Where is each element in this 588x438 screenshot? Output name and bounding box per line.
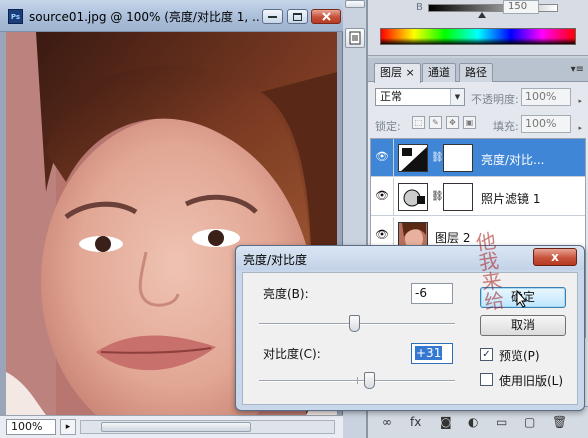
adjustment-icon[interactable]: ◐ [468, 415, 478, 429]
channel-value[interactable]: 150 [503, 0, 539, 14]
slider-center-tick [357, 377, 358, 384]
layer-row-brightness[interactable]: 👁 ⛓ 亮度/对比... [371, 139, 585, 177]
channel-label: B [416, 2, 423, 13]
link-icon[interactable]: ⛓ [431, 191, 444, 202]
close-icon [312, 10, 340, 23]
notes-panel-button[interactable] [345, 28, 365, 48]
contrast-slider-thumb[interactable] [364, 372, 376, 389]
dialog-title: 亮度/对比度 [243, 253, 308, 267]
layer-mask-thumbnail[interactable] [443, 144, 473, 172]
new-layer-icon[interactable]: ▢ [524, 415, 535, 429]
opacity-field[interactable]: 100% ▸ [521, 88, 582, 106]
folder-icon[interactable]: ▭ [496, 415, 507, 429]
photo-filter-thumbnail [398, 183, 428, 211]
tab-paths-label: 路径 [465, 66, 487, 79]
mask-icon[interactable]: ◙ [440, 415, 452, 429]
status-menu-button[interactable]: ▸ [60, 419, 76, 435]
preview-checkbox[interactable]: ✓ [480, 348, 493, 361]
maximize-icon [288, 10, 307, 23]
panel-tabs: 图层 × 通道 路径 ▾≡ [368, 58, 588, 83]
minimize-button[interactable] [262, 9, 283, 24]
document-title: source01.jpg @ 100% (亮度/对比度 1, ... [29, 10, 259, 24]
watermark-seal: 他 我 来 给 [474, 228, 506, 315]
blend-mode-value: 正常 [380, 90, 402, 103]
layer-row-photo-filter[interactable]: 👁 ⛓ 照片滤镜 1 [371, 178, 585, 216]
zoom-field[interactable]: 100% [6, 419, 56, 435]
divider [393, 139, 394, 177]
contrast-input[interactable]: +31 [411, 343, 453, 364]
fill-field[interactable]: 100% ▸ [521, 115, 582, 133]
lock-all-icon[interactable]: ▣ [463, 116, 476, 129]
document-statusbar: 100% ▸ [0, 415, 343, 438]
link-icon[interactable]: ⛓ [431, 152, 444, 163]
panel-menu-icon[interactable]: ▾≡ [571, 64, 584, 75]
blend-mode-select[interactable]: 正常 ▼ [375, 88, 465, 106]
eye-icon[interactable]: 👁 [375, 190, 389, 202]
lock-transparency-icon[interactable]: ⬚ [412, 116, 425, 129]
maximize-button[interactable] [287, 9, 308, 24]
horizontal-scrollbar[interactable] [80, 420, 335, 434]
layer-name: 照片滤镜 1 [481, 192, 541, 206]
fill-label: 填充: [493, 120, 519, 133]
tab-layers[interactable]: 图层 × [374, 63, 421, 83]
adjustment-thumbnail [398, 144, 428, 172]
lock-brush-icon[interactable]: ✎ [429, 116, 442, 129]
tab-close-icon[interactable]: × [406, 66, 415, 79]
link-layers-icon[interactable]: ∞ [382, 415, 392, 429]
dropdown-arrow-icon[interactable]: ▸ [578, 120, 582, 136]
layer-name: 亮度/对比... [481, 153, 545, 167]
close-icon: x [551, 250, 559, 264]
fx-icon[interactable]: fx [410, 415, 421, 429]
layer-mask-thumbnail[interactable] [443, 183, 473, 211]
legacy-label: 使用旧版(L) [499, 374, 564, 388]
cursor-icon [516, 290, 528, 308]
preview-label: 预览(P) [499, 349, 540, 363]
color-spectrum[interactable] [380, 28, 576, 45]
cancel-button[interactable]: 取消 [480, 315, 566, 336]
collapse-strip-button[interactable] [345, 0, 365, 8]
color-panel: B 150 [368, 0, 588, 56]
scrollbar-thumb[interactable] [101, 422, 251, 432]
fill-value: 100% [525, 117, 557, 130]
tab-paths[interactable]: 路径 [459, 63, 493, 82]
contrast-value: +31 [415, 346, 443, 360]
minimize-icon [263, 10, 282, 23]
ps-icon: Ps [8, 9, 23, 24]
notes-icon [349, 31, 361, 45]
contrast-label: 对比度(C): [263, 347, 321, 361]
brightness-input[interactable]: -6 [411, 283, 453, 304]
close-button[interactable] [311, 9, 341, 24]
divider [393, 178, 394, 216]
dropdown-arrow-icon[interactable]: ▸ [578, 93, 582, 109]
brightness-slider-thumb[interactable] [349, 315, 361, 332]
legacy-checkbox[interactable] [480, 373, 493, 386]
tab-channels-label: 通道 [428, 66, 450, 79]
eye-icon[interactable]: 👁 [375, 151, 389, 163]
channel-slider-thumb[interactable] [478, 12, 486, 18]
lock-label: 锁定: [375, 120, 401, 133]
opacity-value: 100% [525, 90, 557, 103]
eye-icon[interactable]: 👁 [375, 229, 389, 241]
brightness-value: -6 [415, 286, 427, 300]
tab-channels[interactable]: 通道 [422, 63, 456, 82]
contrast-slider-track[interactable] [259, 377, 455, 384]
lock-move-icon[interactable]: ✥ [446, 116, 459, 129]
opacity-label: 不透明度: [471, 93, 519, 106]
tab-layers-label: 图层 [380, 66, 402, 79]
brightness-label: 亮度(B): [263, 287, 309, 301]
chevron-down-icon: ▼ [450, 89, 464, 105]
trash-icon[interactable]: 🗑 [552, 415, 567, 429]
document-titlebar[interactable]: Ps source01.jpg @ 100% (亮度/对比度 1, ... [0, 0, 343, 32]
layer-name: 图层 2 [435, 231, 471, 245]
